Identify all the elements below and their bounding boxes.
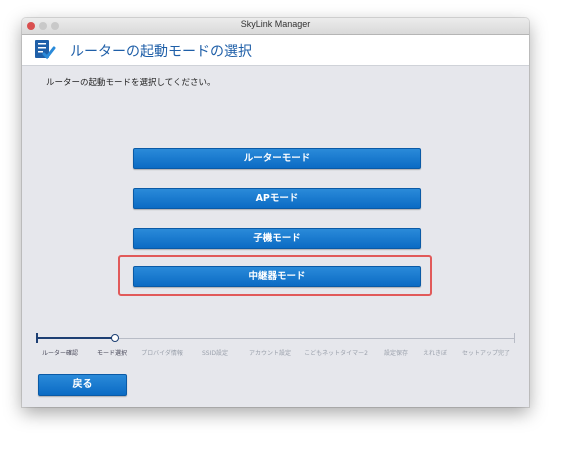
step-label: SSID設定 bbox=[201, 350, 229, 357]
step-label: モード選択 bbox=[96, 350, 128, 357]
step-label: 設定保存 bbox=[383, 350, 409, 357]
step-labels: ルーター確認 モード選択 プロバイダ情報 SSID設定 アカウント設定 こどもネ… bbox=[28, 348, 520, 360]
back-button[interactable]: 戻る bbox=[38, 374, 127, 396]
step-label: セットアップ完了 bbox=[461, 350, 511, 357]
router-mode-button[interactable]: ルーターモード bbox=[133, 148, 421, 169]
progress-completed bbox=[37, 337, 114, 339]
app-window: SkyLink Manager ルーターの起動モードの選択 ルーターの起動モード… bbox=[22, 18, 529, 407]
step-label: ルーター確認 bbox=[41, 350, 79, 357]
instruction-text: ルーターの起動モードを選択してください。 bbox=[46, 78, 216, 88]
step-label: アカウント設定 bbox=[248, 350, 292, 357]
progress-current-marker bbox=[111, 334, 119, 342]
progress-end-marker bbox=[514, 333, 515, 343]
step-label: こどもネットタイマー2 bbox=[304, 350, 368, 357]
client-mode-button[interactable]: 子機モード bbox=[133, 228, 421, 249]
window-title: SkyLink Manager bbox=[240, 19, 311, 29]
step-label: プロバイダ情報 bbox=[141, 350, 183, 357]
step-label: えれきぼ bbox=[422, 350, 448, 357]
title-bar: SkyLink Manager bbox=[22, 18, 529, 35]
repeater-mode-button[interactable]: 中継器モード bbox=[133, 266, 421, 287]
page-header: ルーターの起動モードの選択 bbox=[22, 35, 529, 66]
ap-mode-button[interactable]: APモード bbox=[133, 188, 421, 209]
checklist-icon bbox=[35, 40, 56, 60]
progress-start-marker bbox=[36, 333, 38, 343]
page-title: ルーターの起動モードの選択 bbox=[70, 44, 252, 60]
